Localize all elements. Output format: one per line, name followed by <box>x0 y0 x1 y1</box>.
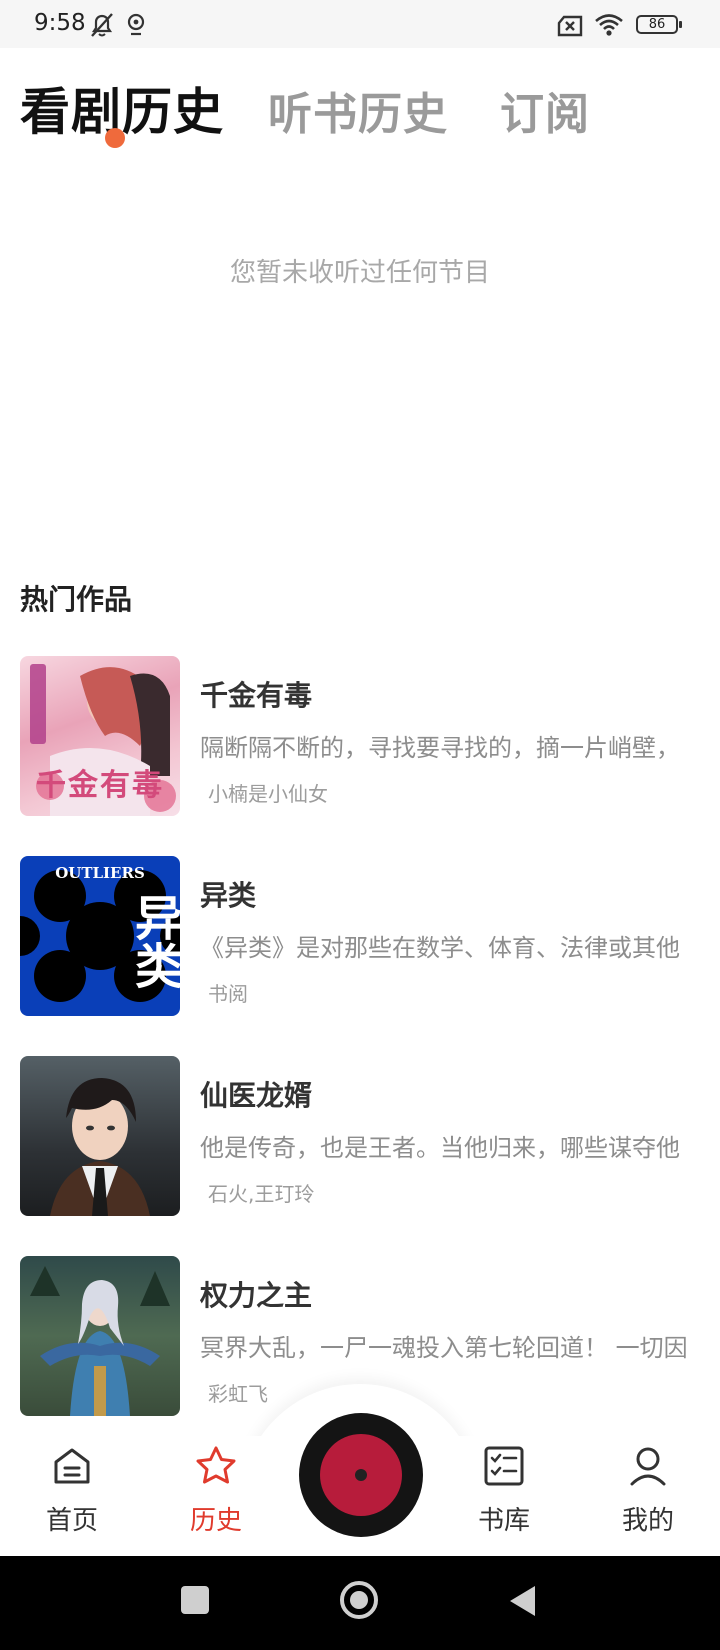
tab-active-indicator <box>105 128 125 148</box>
nav-item-history[interactable]: 历史 <box>156 1440 276 1540</box>
vinyl-center-dot <box>355 1469 367 1481</box>
book-cover <box>20 1056 180 1216</box>
star-icon <box>196 1446 236 1484</box>
nav-item-profile[interactable]: 我的 <box>588 1440 708 1540</box>
book-title: 异类 <box>200 879 257 912</box>
tab-audio-history[interactable]: 听书历史 <box>268 78 448 142</box>
home-system-button[interactable] <box>340 1581 378 1619</box>
audio-player-button[interactable] <box>299 1413 423 1537</box>
list-item-book[interactable]: 千金有毒 千金有毒 隔断隔不断的，寻找要寻找的，摘一片峭壁， 小楠是小仙女 <box>0 656 720 816</box>
wifi-icon <box>595 14 623 36</box>
home-system-dot <box>350 1591 368 1609</box>
status-bar: 9:58 86 <box>0 0 720 48</box>
list-item-book[interactable]: OUTLIERS 异类 异类 《异类》是对那些在数学、体育、法律或其他 书阅 <box>0 856 720 1016</box>
nav-item-home[interactable]: 首页 <box>12 1440 132 1540</box>
location-icon <box>127 13 145 36</box>
cover-subtitle-text: OUTLIERS <box>55 864 145 882</box>
list-item-book[interactable]: 仙医龙婿 他是传奇，也是王者。当他归来，哪些谋夺他 石火,王玎玲 <box>0 1056 720 1216</box>
book-author: 小楠是小仙女 <box>208 782 328 806</box>
book-description: 隔断隔不断的，寻找要寻找的，摘一片峭壁， <box>200 734 680 762</box>
book-author: 书阅 <box>208 982 248 1006</box>
cover-illustration-man-portrait <box>50 1078 150 1216</box>
home-icon <box>54 1448 90 1484</box>
checklist-icon <box>484 1446 524 1486</box>
nav-label: 首页 <box>45 1506 98 1536</box>
battery-indicator: 86 <box>636 15 682 34</box>
recent-apps-button[interactable] <box>181 1586 209 1614</box>
nav-label: 历史 <box>189 1506 242 1536</box>
book-cover <box>20 1256 180 1416</box>
system-navigation-bar <box>0 1556 720 1650</box>
cover-title-text: 异类 <box>126 893 180 989</box>
cover-title-text: 千金有毒 <box>36 768 164 803</box>
book-title: 权力之主 <box>200 1279 313 1312</box>
sim-off-icon <box>557 15 583 37</box>
tab-subscriptions[interactable]: 订阅 <box>500 78 590 142</box>
nav-label: 我的 <box>621 1506 674 1536</box>
status-time: 9:58 <box>34 10 86 36</box>
back-arrow-icon[interactable] <box>507 1584 537 1618</box>
nav-item-library[interactable]: 书库 <box>444 1440 564 1540</box>
book-description: 他是传奇，也是王者。当他归来，哪些谋夺他 <box>200 1134 680 1162</box>
mute-bell-icon <box>91 13 113 37</box>
cover-illustration-warrior <box>30 1266 170 1416</box>
book-title: 仙医龙婿 <box>200 1079 313 1112</box>
book-title: 千金有毒 <box>200 679 313 712</box>
book-cover: OUTLIERS 异类 <box>20 856 180 1016</box>
empty-state-message: 您暂未收听过任何节目 <box>229 258 490 288</box>
user-icon <box>630 1447 666 1486</box>
book-author: 石火,王玎玲 <box>208 1182 315 1206</box>
book-description: 冥界大乱，一尸一魂投入第七轮回道！ 一切因 <box>200 1334 688 1362</box>
nav-label: 书库 <box>477 1506 530 1536</box>
book-description: 《异类》是对那些在数学、体育、法律或其他 <box>200 934 680 962</box>
book-cover: 千金有毒 <box>20 656 180 816</box>
book-author: 彩虹飞 <box>208 1382 268 1406</box>
section-title-popular: 热门作品 <box>20 583 133 616</box>
